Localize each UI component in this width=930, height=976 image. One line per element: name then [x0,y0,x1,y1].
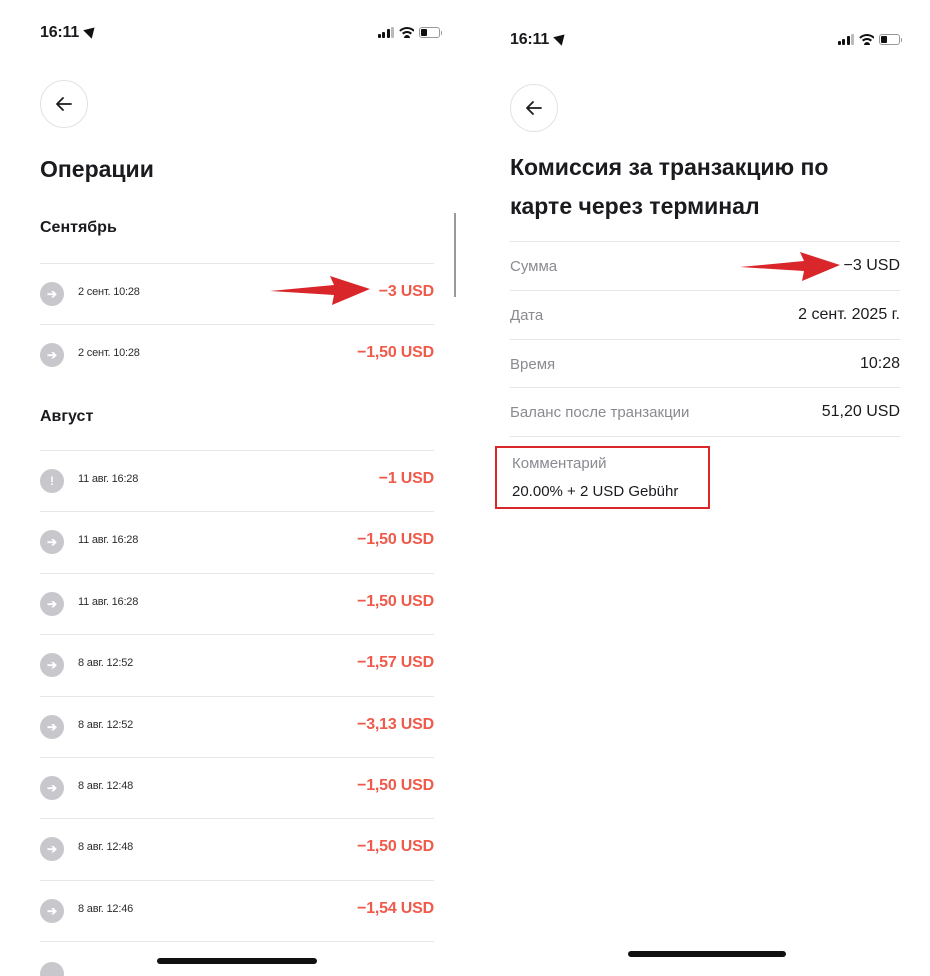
detail-value: 51,20 USD [821,403,900,420]
detail-value: 10:28 [859,355,900,372]
arrow-right-icon: ➔ [40,343,64,367]
transaction-amount: −1,50 USD [357,344,434,361]
wifi-icon [399,27,414,38]
arrow-right-icon: ➔ [40,282,64,306]
transaction-row[interactable]: ➔ 8 авг. 12:48 −1,50 USD [40,818,434,879]
transaction-amount: −1,50 USD [357,838,434,855]
transaction-amount: −1,50 USD [357,531,434,548]
transaction-amount: −1,50 USD [357,593,434,610]
transaction-date: 8 авг. 12:46 [78,903,134,915]
home-indicator [157,958,317,964]
arrow-right-icon: ➔ [40,715,64,739]
page-title: Комиссия за транзакцию по карте через те… [510,154,829,219]
detail-value: 2 сент. 2025 г. [798,306,900,323]
transaction-row[interactable]: ! 11 авг. 16:28 −1 USD [40,450,434,511]
comment-text: 20.00% + 2 USD Gebühr [512,483,679,500]
transaction-amount: −3 USD [378,283,434,300]
detail-label: Дата [510,307,544,324]
exclamation-icon: ! [40,469,64,493]
back-button[interactable] [510,84,558,132]
arrow-right-icon: ➔ [40,592,64,616]
transaction-date: 8 авг. 12:52 [78,719,134,731]
transaction-date: 8 авг. 12:52 [78,657,134,669]
transaction-row[interactable]: ➔ 2 сент. 10:28 −3 USD [40,263,434,324]
transaction-detail-screen: 16:11 Комиссия за транзакцию по карте че… [470,0,930,976]
transaction-row[interactable]: ➔ 11 авг. 16:28 −1,50 USD [40,511,434,572]
status-icons [837,34,902,45]
status-time: 16:11 [40,23,99,42]
detail-value: −3 USD [843,257,900,274]
location-arrow-icon [83,23,99,39]
transaction-row[interactable]: ➔ 8 авг. 12:46 −1,54 USD [40,880,434,941]
transaction-row[interactable]: ➔ 8 авг. 12:52 −3,13 USD [40,696,434,757]
battery-icon [879,34,902,45]
status-bar: 16:11 [40,23,470,46]
transaction-date: 11 авг. 16:28 [78,596,139,608]
arrow-right-icon: ➔ [40,653,64,677]
back-button[interactable] [40,80,88,128]
home-indicator [628,951,786,957]
arrow-right-icon: ➔ [40,837,64,861]
detail-row-date: Дата 2 сент. 2025 г. [510,290,900,339]
divider [510,436,900,437]
operations-screen: 16:11 Операции Сентябрь ➔ 2 сент. 10:28 … [0,0,470,976]
detail-row-time: Время 10:28 [510,339,900,388]
status-time: 16:11 [510,30,569,49]
transaction-amount: −1,50 USD [357,777,434,794]
section-title-august: Август [40,408,94,425]
comment-highlight-box: Комментарий 20.00% + 2 USD Gebühr [495,446,710,509]
transaction-row[interactable]: ➔ 8 авг. 12:52 −1,57 USD [40,634,434,695]
transaction-amount: −1,57 USD [357,654,434,671]
annotation-arrow [740,252,840,281]
transaction-date: 8 авг. 12:48 [78,841,134,853]
location-arrow-icon [553,30,569,46]
cellular-signal-icon [377,27,394,38]
transaction-row[interactable]: ➔ 8 авг. 12:48 −1,50 USD [40,757,434,818]
transaction-amount: −1 USD [378,470,434,487]
comment-label: Комментарий [512,455,607,472]
arrow-right-icon: ➔ [40,530,64,554]
annotation-arrow [270,276,370,305]
detail-label: Баланс после транзакции [510,404,690,421]
battery-icon [419,27,442,38]
transaction-amount: −1,54 USD [357,900,434,917]
transaction-row[interactable]: ➔ 2 сент. 10:28 −1,50 USD [40,324,434,385]
transaction-date: 2 сент. 10:28 [78,347,140,359]
arrow-left-icon [526,101,542,115]
scroll-indicator [454,213,456,297]
status-bar: 16:11 [510,30,930,53]
section-title-september: Сентябрь [40,219,117,236]
transaction-date: 2 сент. 10:28 [78,286,140,298]
transaction-date: 8 авг. 12:48 [78,780,134,792]
page-title: Операции [40,156,154,182]
status-time-text: 16:11 [510,31,550,48]
detail-label: Время [510,356,556,373]
transaction-date: 11 авг. 16:28 [78,534,139,546]
wifi-icon [859,34,874,45]
detail-row-balance: Баланс после транзакции 51,20 USD [510,387,900,436]
transaction-row[interactable]: ➔ 11 авг. 16:28 −1,50 USD [40,573,434,634]
detail-label: Сумма [510,258,558,275]
status-time-text: 16:11 [40,24,80,41]
transaction-date: 11 авг. 16:28 [78,473,139,485]
transaction-amount: −3,13 USD [357,716,434,733]
arrow-right-icon: ➔ [40,776,64,800]
arrow-right-icon: ➔ [40,899,64,923]
cellular-signal-icon [837,34,854,45]
arrow-left-icon [56,97,72,111]
status-icons [377,27,442,38]
